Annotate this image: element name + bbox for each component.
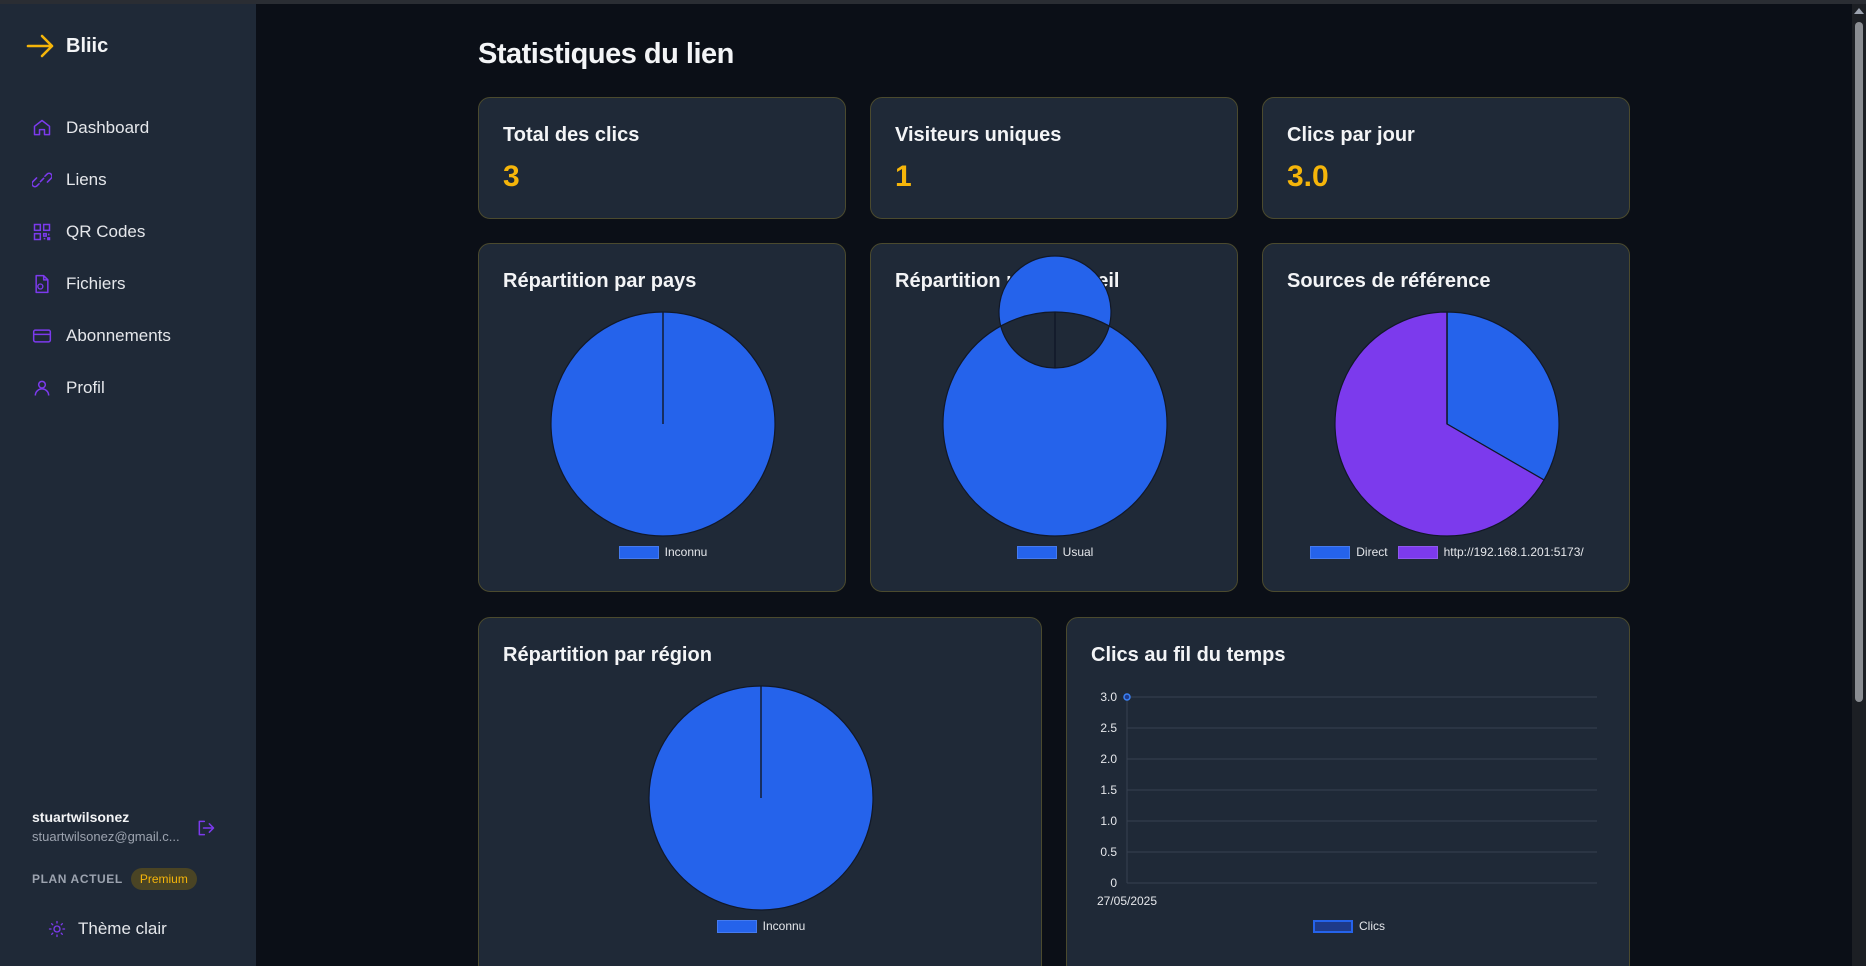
legend-swatch [1313, 919, 1353, 933]
sidebar-item-dashboard[interactable]: Dashboard [0, 102, 256, 154]
sidebar-item-label: QR Codes [66, 222, 146, 241]
legend-item[interactable]: Inconnu [618, 545, 708, 559]
plan-info: PLAN ACTUEL Premium [32, 868, 197, 890]
stat-label: Visiteurs uniques [895, 124, 1062, 146]
chart-card-device: Répartition par appareil Usual [870, 243, 1238, 592]
y-tick-label: 1.5 [1100, 783, 1117, 797]
link-icon [32, 172, 52, 188]
sidebar-item-label: Liens [66, 170, 107, 189]
region-pie-chart [648, 685, 874, 911]
stat-value: 3 [503, 160, 520, 193]
legend-label: Usual [1062, 545, 1094, 559]
sidebar-item-label: Fichiers [66, 274, 126, 293]
page-title: Statistiques du lien [478, 38, 734, 70]
y-tick-label: 2.0 [1100, 752, 1117, 766]
plan-badge: Premium [130, 868, 197, 890]
theme-toggle-button[interactable]: Thème clair [48, 919, 167, 939]
stat-label: Clics par jour [1287, 124, 1415, 146]
y-tick-label: 3.0 [1100, 690, 1117, 704]
brand[interactable]: Bliic [26, 34, 108, 58]
scrollbar-thumb[interactable] [1855, 22, 1863, 702]
legend-swatch [716, 919, 757, 933]
chart-card-referrer: Sources de référence Direct http://192.16… [1262, 243, 1630, 592]
home-icon [33, 119, 51, 136]
legend-item[interactable]: Usual [1016, 545, 1094, 559]
sidebar: Bliic Dashboard Liens QR Codes Fichiers … [0, 4, 256, 966]
chart-card-country: Répartition par pays Inconnu [478, 243, 846, 592]
legend-swatch [1016, 545, 1057, 559]
sidebar-item-label: Abonnements [66, 326, 171, 345]
sidebar-item-profil[interactable]: Profil [0, 362, 256, 414]
sidebar-item-fichiers[interactable]: Fichiers [0, 258, 256, 310]
legend-item[interactable]: Inconnu [716, 919, 806, 933]
stat-value: 1 [895, 160, 912, 193]
legend-swatch [1397, 545, 1438, 559]
legend-item[interactable]: Clics [1313, 919, 1385, 933]
user-icon [34, 380, 50, 396]
sidebar-nav: Dashboard Liens QR Codes Fichiers Abonne… [0, 102, 256, 414]
chart-card-region: Répartition par région Inconnu [478, 617, 1042, 966]
sidebar-item-qr-codes[interactable]: QR Codes [0, 206, 256, 258]
theme-label: Thème clair [78, 919, 167, 938]
chart-legend: Inconnu [479, 545, 847, 559]
device-doughnut-chart [942, 255, 1168, 537]
country-pie-chart [550, 311, 776, 537]
clicks-line-chart: 0 0.5 1.0 1.5 2.0 2.5 3.0 27/05/2025 [1097, 690, 1597, 908]
legend-item[interactable]: Direct [1310, 545, 1388, 559]
y-tick-label: 1.0 [1100, 814, 1117, 828]
legend-item[interactable]: http://192.168.1.201:5173/ [1397, 545, 1584, 559]
logout-icon[interactable] [196, 818, 216, 838]
sidebar-item-abonnements[interactable]: Abonnements [0, 310, 256, 362]
stat-card-unique-visitors: Visiteurs uniques 1 [870, 97, 1238, 219]
sidebar-item-label: Profil [66, 378, 105, 397]
legend-label: http://192.168.1.201:5173/ [1443, 545, 1584, 559]
data-point[interactable] [1123, 693, 1131, 701]
chart-legend: Inconnu [479, 919, 1043, 933]
stat-label: Total des clics [503, 124, 640, 146]
chart-legend: Usual [871, 545, 1239, 559]
app-name: Bliic [66, 34, 109, 57]
legend-label: Inconnu [664, 545, 708, 559]
file-icon [35, 274, 49, 294]
y-tick-label: 0.5 [1100, 845, 1117, 859]
sidebar-item-liens[interactable]: Liens [0, 154, 256, 206]
arrow-right-icon [26, 34, 54, 58]
stat-value: 3.0 [1287, 160, 1329, 193]
legend-swatch [618, 545, 659, 559]
legend-swatch [1310, 545, 1351, 559]
legend-label: Inconnu [762, 919, 806, 933]
pie-slice[interactable] [942, 255, 1168, 537]
credit-card-icon [32, 329, 52, 343]
chart-card-clicks-over-time: Clics au fil du temps 0 0.5 1.0 1.5 2.0 2.5 3.… [1066, 617, 1630, 966]
qr-code-icon [33, 223, 51, 241]
window-top-border [0, 0, 1866, 4]
sun-icon [48, 920, 66, 938]
scroll-up-icon[interactable] [1854, 8, 1864, 14]
y-tick-label: 2.5 [1100, 721, 1117, 735]
stat-card-total-clicks: Total des clics 3 [478, 97, 846, 219]
sidebar-item-label: Dashboard [66, 118, 150, 137]
x-tick-label: 27/05/2025 [1097, 894, 1157, 908]
chart-legend: Direct http://192.168.1.201:5173/ [1263, 545, 1631, 559]
stat-card-clicks-per-day: Clics par jour 3.0 [1262, 97, 1630, 219]
legend-label: Direct [1356, 545, 1388, 559]
chart-legend: Clics [1067, 919, 1631, 933]
plan-label: PLAN ACTUEL [32, 872, 123, 886]
y-tick-label: 0 [1110, 876, 1117, 890]
legend-label: Clics [1359, 919, 1385, 933]
referrer-pie-chart [1334, 311, 1560, 537]
